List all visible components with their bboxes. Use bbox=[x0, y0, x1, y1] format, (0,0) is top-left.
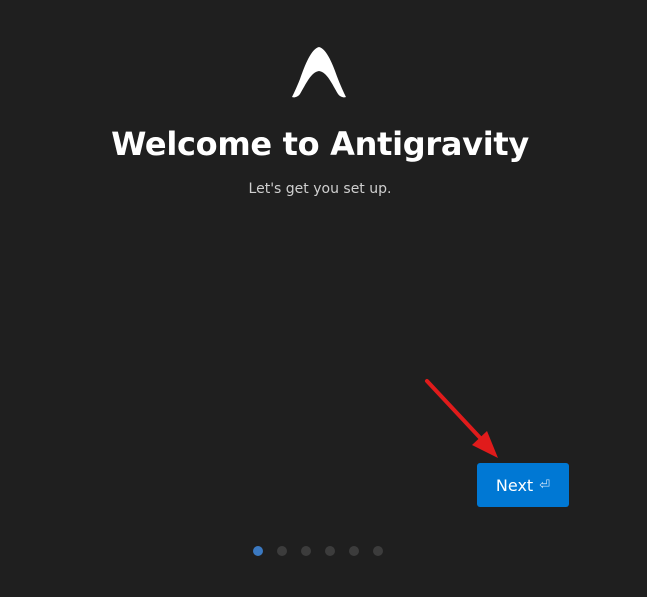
step-dot-6[interactable] bbox=[373, 546, 383, 556]
step-dot-1[interactable] bbox=[253, 546, 263, 556]
enter-icon: ⏎ bbox=[539, 477, 551, 493]
antigravity-logo-icon bbox=[292, 47, 346, 98]
step-dot-5[interactable] bbox=[349, 546, 359, 556]
next-button[interactable]: Next ⏎ bbox=[477, 463, 569, 507]
page-subtitle: Let's get you set up. bbox=[248, 181, 392, 197]
onboarding-screen: Welcome to Antigravity Let's get you set… bbox=[0, 0, 647, 597]
next-button-label: Next bbox=[495, 475, 534, 495]
step-pagination bbox=[253, 546, 383, 556]
step-dot-3[interactable] bbox=[301, 546, 311, 556]
page-title: Welcome to Antigravity bbox=[111, 125, 529, 163]
step-dot-4[interactable] bbox=[325, 546, 335, 556]
step-dot-2[interactable] bbox=[277, 546, 287, 556]
